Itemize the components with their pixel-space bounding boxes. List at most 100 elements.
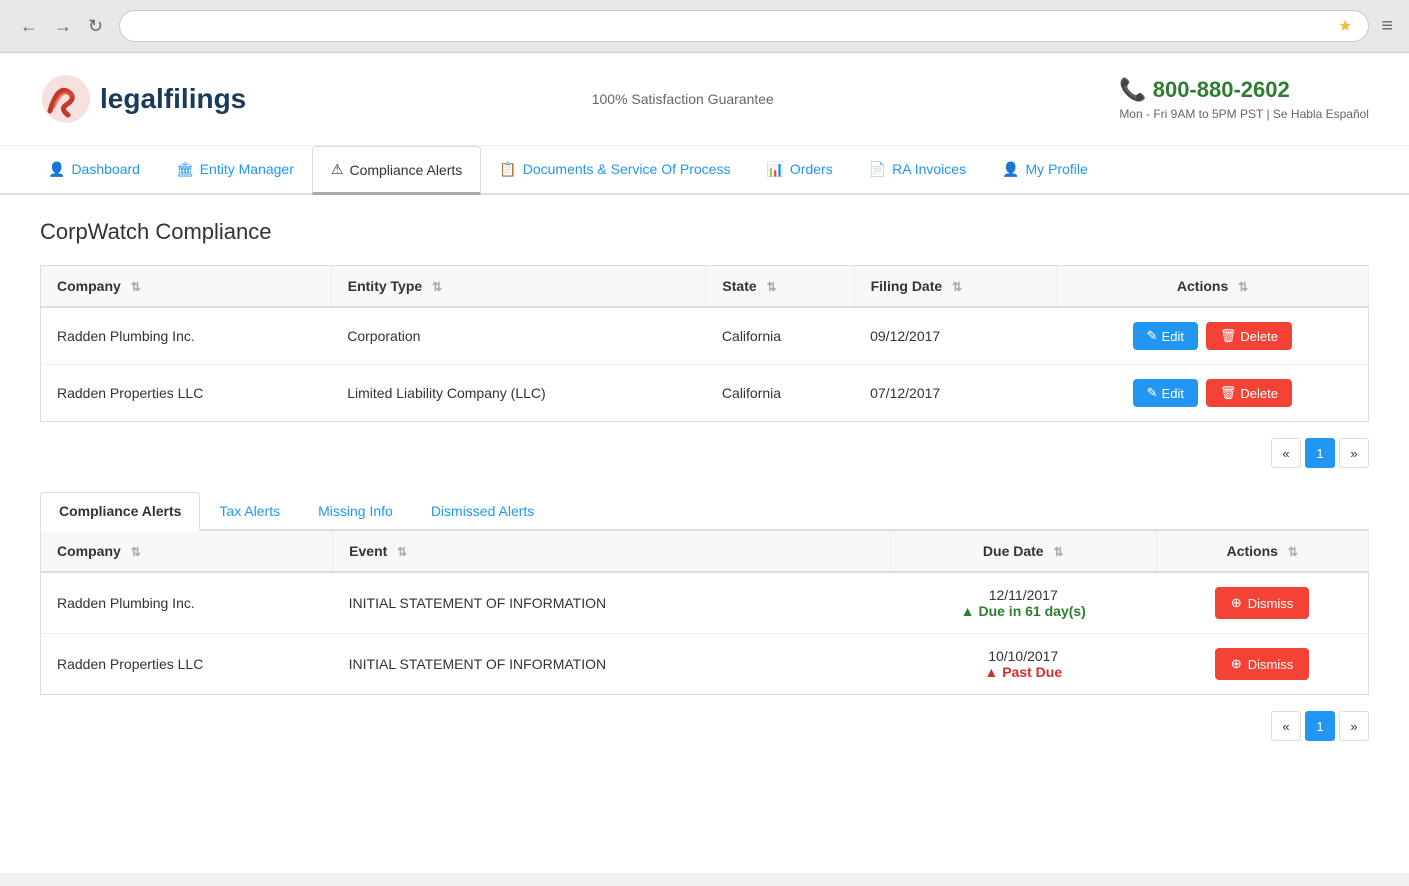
col-filing-date: Filing Date ⇅: [854, 266, 1056, 308]
alerts-col-actions: Actions ⇅: [1156, 531, 1368, 572]
alerts-col-due-date: Due Date ⇅: [890, 531, 1156, 572]
due-date-cell: 10/10/2017 ▲ Past Due: [890, 634, 1156, 695]
edit-icon: ✎: [1147, 328, 1158, 344]
edit-button[interactable]: ✎ Edit: [1133, 322, 1198, 350]
dismiss-icon: ⊕: [1231, 595, 1242, 611]
alerts-current-page-button[interactable]: 1: [1305, 711, 1335, 741]
col-company: Company ⇅: [41, 266, 332, 308]
delete-button[interactable]: 🗑 Delete: [1206, 322, 1292, 350]
page-wrapper: legalfilings 100% Satisfaction Guarantee…: [0, 53, 1409, 873]
nav-my-profile[interactable]: 👤 My Profile: [984, 146, 1106, 195]
prev-page-button[interactable]: «: [1271, 438, 1301, 468]
logo-area: legalfilings: [40, 73, 246, 125]
sort-company-icon[interactable]: ⇅: [131, 280, 141, 294]
col-actions: Actions ⇅: [1057, 266, 1369, 308]
nav-dashboard[interactable]: 👤 Dashboard: [30, 146, 158, 195]
alert-actions-cell: ⊕ Dismiss: [1156, 634, 1368, 695]
nav-orders-label: Orders: [790, 161, 833, 177]
warning-icon-red: ▲: [984, 664, 998, 680]
nav-documents[interactable]: 📋 Documents & Service Of Process: [481, 146, 748, 195]
filing-date: 07/12/2017: [854, 365, 1056, 422]
alerts-pagination: « 1 »: [40, 711, 1369, 741]
corpwatch-table-header: Company ⇅ Entity Type ⇅ State ⇅ Filing D…: [41, 266, 1369, 308]
alert-actions-cell: ⊕ Dismiss: [1156, 572, 1368, 634]
ra-invoices-icon: 📄: [869, 161, 886, 178]
tab-tax-alerts[interactable]: Tax Alerts: [200, 492, 299, 531]
tab-missing-info[interactable]: Missing Info: [299, 492, 412, 531]
sort-alerts-actions-icon: ⇅: [1288, 545, 1298, 559]
alerts-table: Company ⇅ Event ⇅ Due Date ⇅ Actions ⇅: [40, 531, 1369, 695]
phone-text: 800-880-2602: [1153, 77, 1290, 103]
alerts-prev-page-button[interactable]: «: [1271, 711, 1301, 741]
delete-icon: 🗑: [1220, 385, 1237, 401]
dismiss-button[interactable]: ⊕ Dismiss: [1215, 648, 1309, 680]
bookmark-icon[interactable]: ★: [1338, 16, 1352, 36]
alerts-next-page-button[interactable]: »: [1339, 711, 1369, 741]
page-title: CorpWatch Compliance: [40, 219, 1369, 245]
address-bar[interactable]: https://www.legalfilings.com/compliance-…: [119, 10, 1369, 42]
state: California: [706, 307, 854, 365]
compliance-alerts-icon: ⚠: [331, 161, 344, 178]
tab-compliance-alerts[interactable]: Compliance Alerts: [40, 492, 200, 531]
alert-event: INITIAL STATEMENT OF INFORMATION: [333, 634, 891, 695]
state: California: [706, 365, 854, 422]
sort-alerts-company-icon[interactable]: ⇅: [131, 545, 141, 559]
nav-ra-invoices[interactable]: 📄 RA Invoices: [851, 146, 984, 195]
alert-company: Radden Plumbing Inc.: [41, 572, 333, 634]
my-profile-icon: 👤: [1002, 161, 1019, 178]
nav-orders[interactable]: 📊 Orders: [748, 146, 850, 195]
dismiss-button[interactable]: ⊕ Dismiss: [1215, 587, 1309, 619]
table-row: Radden Properties LLC Limited Liability …: [41, 365, 1369, 422]
due-status-past: ▲ Past Due: [906, 664, 1140, 680]
logo-icon: [40, 73, 92, 125]
tab-dismissed-alerts[interactable]: Dismissed Alerts: [412, 492, 553, 531]
nav-entity-manager-label: Entity Manager: [200, 161, 294, 177]
company-name: Radden Plumbing Inc.: [41, 307, 332, 365]
due-status: ▲ Due in 61 day(s): [906, 603, 1140, 619]
current-page-button[interactable]: 1: [1305, 438, 1335, 468]
sort-state-icon[interactable]: ⇅: [767, 280, 777, 294]
nav-dashboard-label: Dashboard: [71, 161, 140, 177]
contact-area: 📞 800-880-2602 Mon - Fri 9AM to 5PM PST …: [1119, 77, 1369, 121]
alerts-section: Compliance Alerts Tax Alerts Missing Inf…: [40, 492, 1369, 741]
edit-button[interactable]: ✎ Edit: [1133, 379, 1198, 407]
warning-icon-green: ▲: [961, 603, 975, 619]
alerts-table-header: Company ⇅ Event ⇅ Due Date ⇅ Actions ⇅: [41, 531, 1369, 572]
nav-entity-manager[interactable]: 🏛 Entity Manager: [158, 146, 312, 195]
nav-compliance-alerts[interactable]: ⚠ Compliance Alerts: [312, 146, 481, 195]
alert-company: Radden Properties LLC: [41, 634, 333, 695]
delete-button[interactable]: 🗑 Delete: [1206, 379, 1292, 407]
documents-icon: 📋: [499, 161, 516, 178]
entity-manager-icon: 🏛: [176, 161, 194, 178]
nav-my-profile-label: My Profile: [1026, 161, 1088, 177]
due-date: 12/11/2017: [906, 587, 1140, 603]
refresh-button[interactable]: ↻: [84, 14, 107, 39]
nav-ra-invoices-label: RA Invoices: [892, 161, 966, 177]
nav-documents-label: Documents & Service Of Process: [523, 161, 731, 177]
sort-filing-icon[interactable]: ⇅: [952, 280, 962, 294]
col-entity-type: Entity Type ⇅: [331, 266, 706, 308]
back-button[interactable]: ←: [16, 14, 42, 39]
table-row: Radden Properties LLC INITIAL STATEMENT …: [41, 634, 1369, 695]
actions-cell: ✎ Edit 🗑 Delete: [1057, 365, 1369, 422]
due-date: 10/10/2017: [906, 648, 1140, 664]
alerts-col-event: Event ⇅: [333, 531, 891, 572]
nav-compliance-alerts-label: Compliance Alerts: [349, 162, 462, 178]
sort-alerts-event-icon[interactable]: ⇅: [397, 545, 407, 559]
next-page-button[interactable]: »: [1339, 438, 1369, 468]
due-date-cell: 12/11/2017 ▲ Due in 61 day(s): [890, 572, 1156, 634]
main-content: CorpWatch Compliance Company ⇅ Entity Ty…: [0, 195, 1409, 789]
forward-button[interactable]: →: [50, 14, 76, 39]
main-nav: 👤 Dashboard 🏛 Entity Manager ⚠ Complianc…: [0, 146, 1409, 195]
browser-chrome: ← → ↻ https://www.legalfilings.com/compl…: [0, 0, 1409, 53]
logo-text: legalfilings: [100, 83, 246, 115]
sort-entity-icon[interactable]: ⇅: [432, 280, 442, 294]
browser-menu-icon[interactable]: ≡: [1381, 15, 1393, 38]
url-input[interactable]: https://www.legalfilings.com/compliance-…: [136, 19, 1330, 34]
corpwatch-pagination: « 1 »: [40, 438, 1369, 468]
orders-icon: 📊: [766, 161, 783, 178]
browser-nav-buttons: ← → ↻: [16, 14, 107, 39]
dashboard-icon: 👤: [48, 161, 65, 178]
sort-alerts-duedate-icon[interactable]: ⇅: [1053, 545, 1063, 559]
company-name: Radden Properties LLC: [41, 365, 332, 422]
